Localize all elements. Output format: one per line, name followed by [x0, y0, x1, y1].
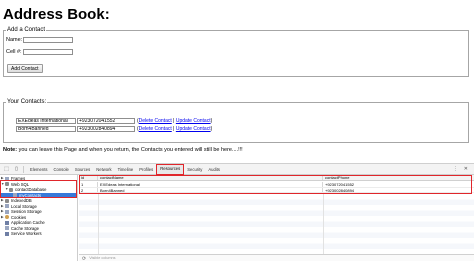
more-icon[interactable]: ⋮	[453, 166, 458, 172]
cell-contact-name: Born4Banned	[98, 187, 323, 192]
cell-contact-phone: +923072041552	[325, 182, 355, 187]
resources-tree: ▶ Frames ▼ Web SQL ▼ contactDatabase myCont…	[0, 175, 78, 261]
storage-icon	[5, 204, 9, 209]
column-header-id[interactable]: id	[79, 175, 98, 180]
grid-footer: ⟳ Visible columns	[79, 254, 474, 261]
note-text: Note: you can leave this Page and when y…	[3, 147, 243, 153]
database-icon	[9, 187, 13, 192]
delete-contact-link[interactable]: Delete Contact	[139, 126, 172, 132]
cell-id: 1	[79, 182, 98, 187]
visible-columns-filter[interactable]: Visible columns	[89, 256, 149, 261]
gear-icon	[5, 231, 9, 236]
cell-input[interactable]	[23, 49, 73, 55]
cell-contact-name: EXEdeas International	[98, 182, 323, 187]
storage-icon	[5, 226, 9, 231]
device-icon[interactable]: ▯	[13, 166, 20, 173]
tab-resources[interactable]: Resources	[156, 163, 185, 175]
contacts-legend: Your Contacts:	[7, 99, 47, 105]
contact-phone-field[interactable]: +923002840894	[77, 126, 135, 132]
tab-console[interactable]: Console	[50, 164, 71, 175]
tab-network[interactable]: Network	[93, 164, 114, 175]
devtools-panel: ⬚ ▯ Elements Console Sources Network Tim…	[0, 163, 474, 261]
tab-elements[interactable]: Elements	[27, 164, 50, 175]
tab-sources[interactable]: Sources	[72, 164, 93, 175]
folder-icon	[5, 176, 9, 181]
cell-label: Cell #:	[6, 49, 22, 55]
toolbar-right: ⋮ ✕	[453, 166, 474, 172]
add-contact-button[interactable]: Add Contact	[7, 64, 43, 73]
tab-security[interactable]: Security	[184, 164, 205, 175]
tab-timeline[interactable]: Timeline	[115, 164, 137, 175]
name-row: Name:	[6, 37, 73, 43]
contact-actions: (Delete Contact | Update Contact)	[137, 126, 213, 132]
contact-name-field[interactable]: EXEdeas International	[16, 118, 76, 124]
link-separator: |	[173, 118, 175, 124]
note-label: Note:	[3, 147, 18, 153]
storage-icon	[5, 209, 9, 214]
cookie-icon	[5, 215, 9, 220]
toolbar-divider	[23, 165, 24, 173]
contact-actions: (Delete Contact | Update Contact)	[137, 118, 213, 124]
grid-line	[98, 194, 99, 254]
data-grid: id contactName contactPhone 1 EXEdeas In…	[79, 175, 474, 261]
column-header-contact-phone[interactable]: contactPhone	[323, 175, 474, 180]
tree-item-service-workers[interactable]: Service Workers	[5, 231, 42, 237]
add-contact-legend: Add a Contact	[7, 27, 46, 33]
tab-audits[interactable]: Audits	[205, 164, 223, 175]
database-icon	[5, 198, 9, 203]
cell-row: Cell #:	[6, 49, 73, 55]
table-row[interactable]: 2 Born4Banned +923002840894	[79, 187, 474, 193]
contact-name-field[interactable]: Born4Banned	[16, 126, 76, 132]
update-contact-link[interactable]: Update Contact	[176, 118, 211, 124]
grid-line	[323, 194, 324, 254]
inspect-icon[interactable]: ⬚	[3, 166, 10, 173]
refresh-icon[interactable]: ⟳	[82, 256, 86, 261]
cache-icon	[5, 220, 9, 225]
close-icon[interactable]: ✕	[464, 166, 468, 172]
contact-row: Born4Banned +923002840894 (Delete Contac…	[16, 126, 212, 132]
cell-contact-phone: +923002840894	[325, 187, 355, 192]
cell-id: 2	[79, 187, 98, 192]
column-header-contact-name[interactable]: contactName	[98, 175, 323, 180]
delete-contact-link[interactable]: Delete Contact	[139, 118, 172, 124]
name-label: Name:	[6, 37, 23, 43]
devtools-toolbar: ⬚ ▯ Elements Console Sources Network Tim…	[0, 163, 474, 175]
database-icon	[5, 182, 9, 187]
page-title: Address Book:	[3, 6, 110, 23]
note-body: you can leave this Page and when you ret…	[17, 147, 243, 153]
update-contact-link[interactable]: Update Contact	[176, 126, 211, 132]
grid-header: id contactName contactPhone	[79, 175, 474, 181]
tab-profiles[interactable]: Profiles	[136, 164, 156, 175]
contact-row: EXEdeas International +923072041552 (Del…	[16, 118, 212, 124]
name-input[interactable]	[23, 37, 73, 43]
link-separator: |	[173, 126, 175, 132]
contact-phone-field[interactable]: +923072041552	[77, 118, 135, 124]
grid-empty-rows	[79, 194, 474, 254]
table-icon	[13, 193, 17, 198]
